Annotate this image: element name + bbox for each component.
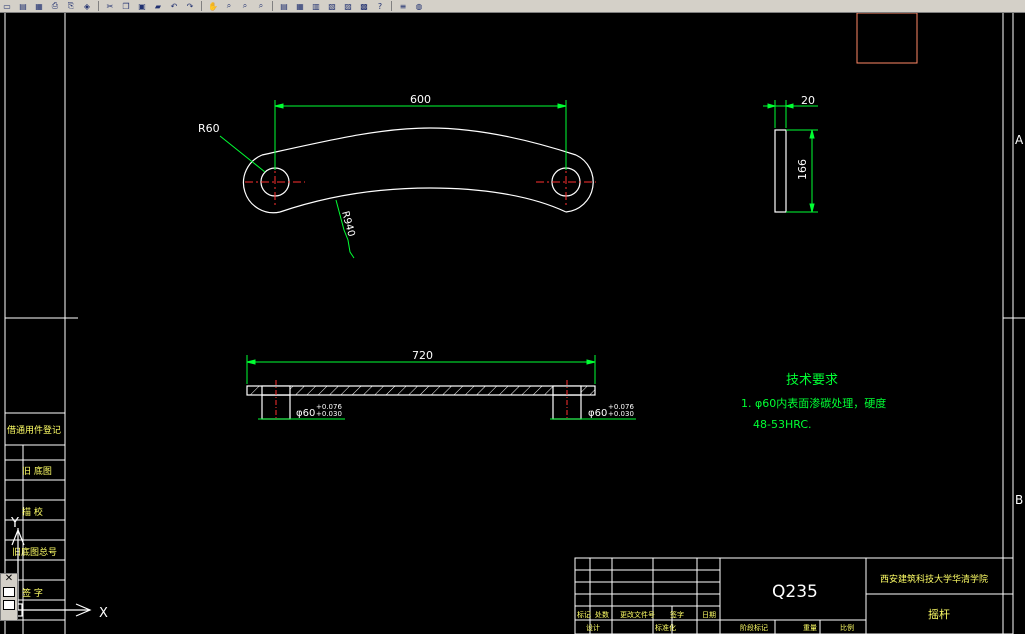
toolbar-separator	[272, 1, 273, 11]
dim-20-text: 20	[801, 94, 815, 107]
tb-label-design: 设计	[586, 623, 600, 632]
designcenter-icon[interactable]: ▦	[293, 1, 307, 11]
zone-label-b: B	[1015, 493, 1023, 507]
dim-720-text: 720	[412, 349, 433, 362]
redo-icon[interactable]: ↷	[183, 1, 197, 11]
standard-toolbar: ▭ ▤ ▦ ⎙ ⎘ ◈ ✂ ❐ ▣ ▰ ↶ ↷ ✋ ⌕ ⌕ ⌕ ▤ ▦ ▥ ▧ ▨ ▩? ≡ ◍	[0, 0, 1025, 13]
dim-600-text: 600	[410, 93, 431, 106]
toolbar-separator	[201, 1, 202, 11]
part-top-view[interactable]	[242, 127, 594, 214]
cut-icon[interactable]: ✂	[103, 1, 117, 11]
tb-label-stage-mark: 阶段标记	[740, 623, 768, 632]
dim-r940-text: R940	[339, 210, 356, 238]
copy-icon[interactable]: ❐	[119, 1, 133, 11]
toolbar-separator	[98, 1, 99, 11]
palette-preview-icon-2	[3, 600, 15, 610]
zoom-window-icon[interactable]: ⌕	[238, 1, 252, 11]
dim-bore-right-tol-lower: +0.030	[608, 410, 634, 418]
close-icon[interactable]: ✕	[1, 574, 17, 584]
tb-label-scale: 比例	[840, 623, 854, 632]
ucs-icon	[11, 528, 92, 617]
drawing-canvas[interactable]: A B 借通用件登记 旧 底图 描 校 旧底图总号 签 字 600 R60 R9…	[0, 13, 1025, 634]
new-icon[interactable]: ▭	[0, 1, 14, 11]
docked-palette[interactable]: ✕	[0, 573, 18, 621]
paste-icon[interactable]: ▣	[135, 1, 149, 11]
tb-label-weight: 重量	[803, 624, 817, 632]
toolpalette-icon[interactable]: ▥	[309, 1, 323, 11]
pan-icon[interactable]: ✋	[206, 1, 220, 11]
properties-icon[interactable]: ▤	[277, 1, 291, 11]
dim-bore-left-text: φ60	[296, 408, 315, 419]
zoom-previous-icon[interactable]: ⌕	[254, 1, 268, 11]
tb-label-count: 处数	[595, 610, 609, 619]
preview-icon[interactable]: ⎘	[64, 1, 78, 11]
dim-166-text: 166	[796, 159, 809, 180]
left-strip-row5: 签 字	[22, 587, 43, 599]
frame-corner-mark	[856, 13, 918, 64]
part-side-view[interactable]	[774, 129, 787, 213]
tb-label-standard: 标准化	[655, 623, 676, 632]
left-strip-row2: 旧 底图	[22, 465, 52, 477]
open-icon[interactable]: ▤	[16, 1, 30, 11]
title-material: Q235	[772, 582, 818, 602]
left-strip-row1: 借通用件登记	[7, 424, 61, 436]
layer-state-icon[interactable]: ◍	[412, 1, 426, 11]
tb-label-change-doc: 更改文件号	[620, 610, 655, 619]
palette-preview-icon	[3, 587, 15, 597]
title-part-name: 摇杆	[928, 607, 950, 621]
tech-req-title: 技术要求	[786, 373, 838, 388]
tech-req-line1: 1. φ60内表面渗碳处理，硬度	[741, 396, 886, 410]
dim-600	[274, 100, 567, 170]
sheetset-icon[interactable]: ▧	[325, 1, 339, 11]
dim-bore-right-text: φ60	[588, 408, 607, 419]
markup-icon[interactable]: ▨	[341, 1, 355, 11]
publish-icon[interactable]: ◈	[80, 1, 94, 11]
print-icon[interactable]: ⎙	[48, 1, 62, 11]
ucs-x-label: X	[99, 606, 108, 621]
calc-icon[interactable]: ▩	[357, 1, 371, 11]
match-icon[interactable]: ▰	[151, 1, 165, 11]
dim-r60	[219, 135, 266, 173]
ucs-y-label: Y	[10, 516, 19, 531]
help-icon[interactable]: ?	[373, 1, 387, 11]
zoom-realtime-icon[interactable]: ⌕	[222, 1, 236, 11]
left-strip-row3: 描 校	[22, 506, 43, 518]
tech-req-line2: 48-53HRC.	[753, 418, 812, 431]
title-school: 西安建筑科技大学华清学院	[880, 573, 988, 585]
tb-label-mark: 标记	[577, 610, 591, 619]
toolbar-separator	[391, 1, 392, 11]
zone-label-a: A	[1015, 133, 1024, 147]
tb-label-sign: 签字	[670, 610, 684, 619]
tb-label-date: 日期	[702, 611, 716, 619]
save-icon[interactable]: ▦	[32, 1, 46, 11]
layer-icon[interactable]: ≡	[396, 1, 410, 11]
dim-bore-left-tol-lower: +0.030	[316, 410, 342, 418]
left-strip-row4: 旧底图总号	[12, 546, 57, 558]
dim-r60-text: R60	[198, 122, 220, 135]
center-lines-top	[245, 160, 596, 205]
undo-icon[interactable]: ↶	[167, 1, 181, 11]
